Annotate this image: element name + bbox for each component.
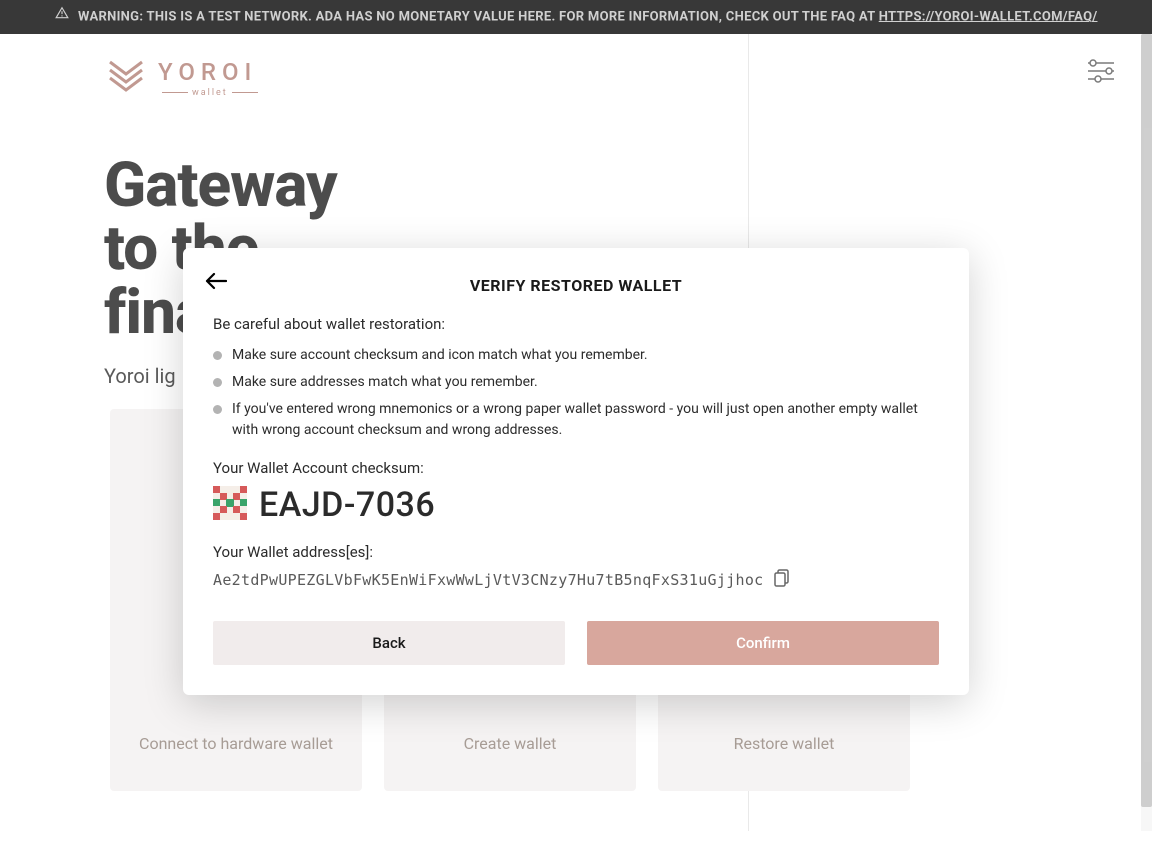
modal-bullet: Make sure account checksum and icon matc… (213, 345, 939, 366)
checksum-label: Your Wallet Account checksum: (213, 459, 939, 477)
copy-icon[interactable] (774, 569, 790, 591)
modal-bullet: If you've entered wrong mnemonics or a w… (213, 399, 939, 441)
modal-overlay: VERIFY RESTORED WALLET Be careful about … (0, 34, 1152, 831)
checksum-identicon (213, 486, 247, 524)
modal-title: VERIFY RESTORED WALLET (213, 276, 939, 295)
warning-icon (55, 6, 69, 28)
back-button[interactable]: Back (213, 621, 565, 665)
confirm-button[interactable]: Confirm (587, 621, 939, 665)
bullet-dot-icon (213, 378, 222, 387)
wallet-address: Ae2tdPwUPEZGLVbFwK5EnWiFxwWwLjVtV3CNzy7H… (213, 571, 764, 589)
bullet-dot-icon (213, 405, 222, 414)
checksum-row: EAJD-7036 (213, 485, 939, 525)
bullet-text: Make sure account checksum and icon matc… (232, 345, 648, 366)
verify-restored-wallet-modal: VERIFY RESTORED WALLET Be careful about … (183, 248, 969, 695)
bullet-text: Make sure addresses match what you remem… (232, 372, 538, 393)
bullet-dot-icon (213, 351, 222, 360)
checksum-value: EAJD-7036 (259, 485, 435, 525)
banner-faq-link[interactable]: HTTPS://YOROI-WALLET.COM/FAQ/ (879, 9, 1098, 24)
back-arrow-icon[interactable] (205, 272, 227, 294)
modal-intro: Be careful about wallet restoration: (213, 315, 939, 333)
bullet-text: If you've entered wrong mnemonics or a w… (232, 399, 939, 441)
address-label: Your Wallet address[es]: (213, 543, 939, 561)
banner-text: WARNING: THIS IS A TEST NETWORK. ADA HAS… (78, 9, 879, 24)
test-network-warning-banner: WARNING: THIS IS A TEST NETWORK. ADA HAS… (0, 0, 1152, 34)
modal-actions: Back Confirm (213, 621, 939, 665)
modal-bullet: Make sure addresses match what you remem… (213, 372, 939, 393)
address-row: Ae2tdPwUPEZGLVbFwK5EnWiFxwWwLjVtV3CNzy7H… (213, 569, 939, 591)
